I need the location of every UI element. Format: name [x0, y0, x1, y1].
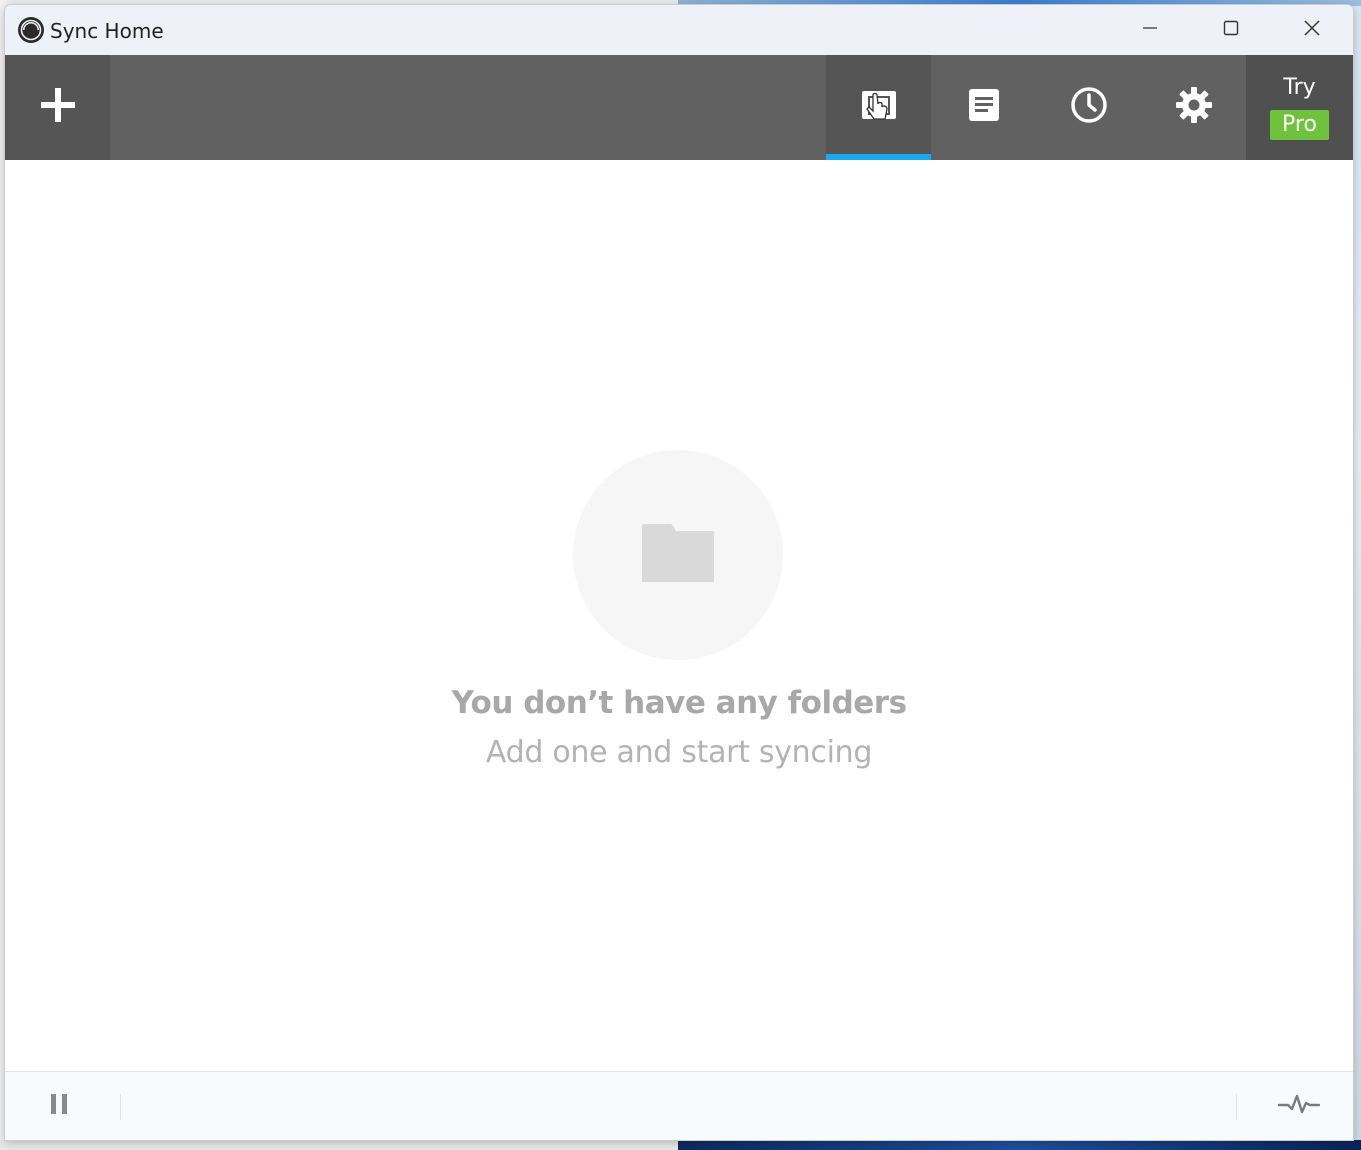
empty-state-illustration [573, 450, 783, 660]
empty-state-title: You don’t have any folders [451, 685, 907, 721]
folders-icon [859, 85, 899, 130]
pause-icon [48, 1092, 70, 1121]
gear-icon [1175, 86, 1213, 129]
minimize-icon [1141, 19, 1159, 42]
app-window: Sync Home Try Pro You don’t have any fol… [5, 5, 1353, 1140]
maximize-button[interactable] [1191, 5, 1271, 55]
minimize-button[interactable] [1110, 5, 1190, 55]
toolbar: Try Pro [5, 55, 1353, 160]
try-label: Try [1283, 75, 1316, 100]
clock-icon [1070, 86, 1108, 129]
tab-folders[interactable] [826, 55, 931, 160]
activity-pulse-icon [1277, 1092, 1321, 1121]
status-divider-right [1236, 1094, 1237, 1120]
document-list-icon [966, 87, 1002, 128]
add-folder-button[interactable] [5, 55, 110, 160]
pro-badge: Pro [1270, 110, 1329, 140]
window-title: Sync Home [50, 19, 164, 43]
desktop-taskbar-edge [678, 1140, 1361, 1150]
folders-panel: You don’t have any folders Add one and s… [5, 160, 1353, 1071]
folder-icon [640, 522, 716, 589]
status-divider-left [120, 1094, 121, 1120]
desktop-background-right [1353, 0, 1361, 1150]
pause-sync-button[interactable] [43, 1090, 75, 1122]
title-bar[interactable]: Sync Home [5, 5, 1353, 55]
empty-state-subtitle: Add one and start syncing [485, 735, 873, 770]
try-pro-button[interactable]: Try Pro [1246, 55, 1353, 160]
activity-button[interactable] [1277, 1090, 1321, 1122]
tab-settings[interactable] [1141, 55, 1246, 160]
status-bar [5, 1071, 1353, 1140]
plus-icon [39, 86, 77, 129]
tab-transfers[interactable] [931, 55, 1036, 160]
close-button[interactable] [1272, 5, 1352, 55]
tab-history[interactable] [1036, 55, 1141, 160]
sync-logo-icon [17, 16, 45, 44]
close-icon [1303, 19, 1321, 42]
maximize-icon [1222, 19, 1240, 42]
